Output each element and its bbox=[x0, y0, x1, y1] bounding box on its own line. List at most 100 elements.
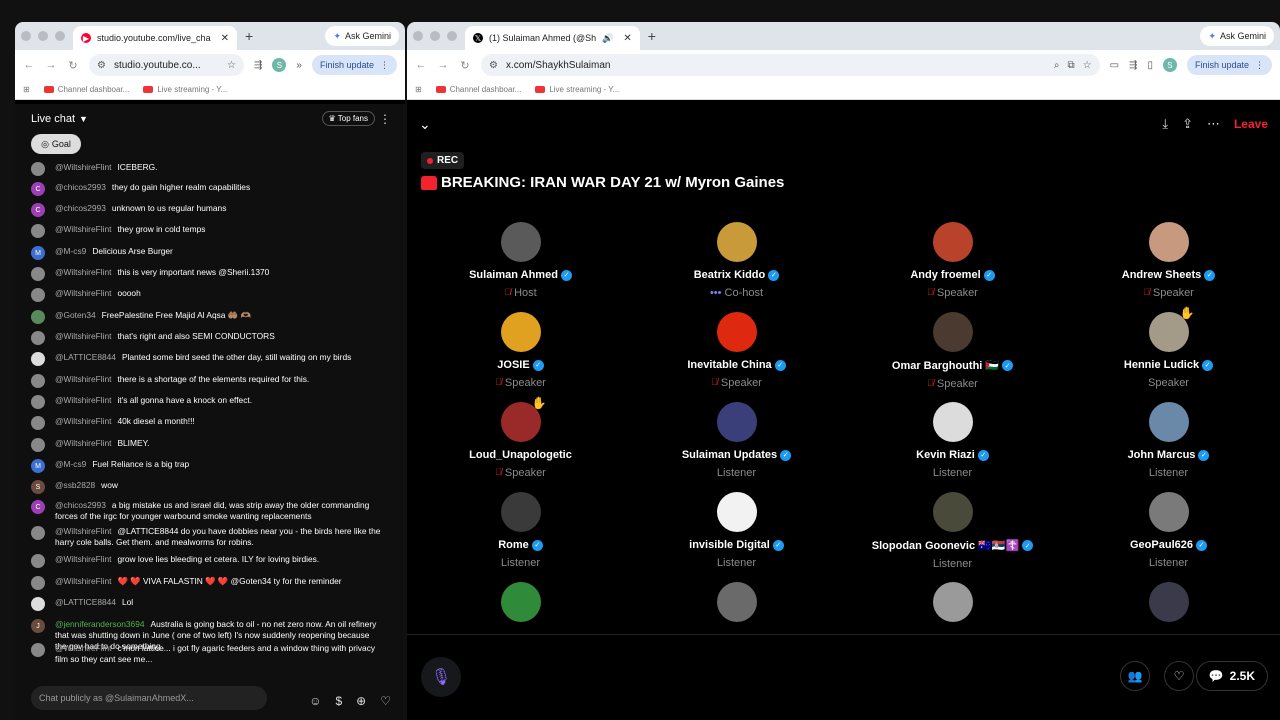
chat-input[interactable]: Chat publicly as @SulaimanAhmedX... bbox=[31, 686, 267, 710]
profile-avatar[interactable]: S bbox=[1162, 58, 1177, 72]
participant-avatar[interactable] bbox=[500, 582, 541, 622]
participant-avatar[interactable] bbox=[932, 312, 973, 352]
author-name[interactable]: @Goten34 bbox=[55, 310, 96, 320]
chat-message[interactable]: @WiltshireFlint 40k diesel a month!!! bbox=[31, 416, 383, 430]
author-name[interactable]: @WiltshireFlint bbox=[55, 267, 111, 277]
chat-message[interactable]: @LATTICE8844 Lol bbox=[31, 597, 383, 611]
author-name[interactable]: @WiltshireFlint bbox=[55, 438, 111, 448]
back-icon[interactable]: ← bbox=[415, 59, 427, 71]
participant[interactable]: Rome ✓ Listener bbox=[413, 492, 628, 569]
chat-message[interactable]: @WiltshireFlint c'mon lattice... i got fl… bbox=[31, 643, 383, 665]
bookmark-star-icon[interactable]: ☆ bbox=[227, 60, 236, 71]
author-avatar[interactable] bbox=[31, 554, 45, 568]
chat-message[interactable]: C @chicos2993 they do gain higher realm ca… bbox=[31, 182, 383, 196]
author-avatar[interactable] bbox=[31, 395, 45, 409]
participant[interactable]: Beatrix Kiddo ✓ ••• Co-host bbox=[629, 222, 844, 299]
chat-message[interactable]: @WiltshireFlint ICEBERG. bbox=[31, 162, 383, 176]
author-name[interactable]: @WiltshireFlint bbox=[55, 416, 111, 426]
participant-avatar[interactable] bbox=[716, 222, 757, 262]
bookmark-channel-dashboard[interactable]: Channel dashboar... bbox=[43, 85, 129, 94]
ask-gemini-button[interactable]: ✦ Ask Gemini bbox=[1200, 26, 1274, 46]
participant[interactable]: Andy froemel ✓ 🎙̸ Speaker bbox=[845, 222, 1060, 299]
chat-message[interactable]: @WiltshireFlint that's right and also SEM… bbox=[31, 331, 383, 345]
goal-chip[interactable]: ◎ Goal bbox=[31, 134, 81, 154]
author-name[interactable]: @chicos2993 bbox=[55, 182, 106, 192]
close-tab-icon[interactable]: ✕ bbox=[221, 33, 229, 44]
author-name[interactable]: @WiltshireFlint bbox=[55, 224, 111, 234]
author-avatar[interactable] bbox=[31, 438, 45, 452]
chat-message[interactable]: @WiltshireFlint this is very important ne… bbox=[31, 267, 383, 281]
author-avatar[interactable] bbox=[31, 162, 45, 176]
author-avatar[interactable] bbox=[31, 310, 45, 324]
maximize-window-button[interactable] bbox=[55, 31, 65, 41]
participant-avatar[interactable] bbox=[716, 492, 757, 532]
author-name[interactable]: @chicos2993 bbox=[55, 500, 106, 510]
participant[interactable] bbox=[629, 582, 844, 622]
participant-avatar[interactable] bbox=[500, 312, 541, 352]
ask-gemini-button[interactable]: ✦ Ask Gemini bbox=[325, 26, 399, 46]
participant[interactable]: invisible Digital ✓ Listener bbox=[629, 492, 844, 569]
author-avatar[interactable]: J bbox=[31, 619, 45, 633]
address-bar[interactable]: ⚙ x.com/ShaykhSulaiman ⌕ ⧉ ☆ bbox=[481, 54, 1100, 76]
participant[interactable]: GeoPaul626 ✓ Listener bbox=[1061, 492, 1276, 569]
author-avatar[interactable] bbox=[31, 224, 45, 238]
finish-update-button[interactable]: Finish update ⋮ bbox=[1186, 55, 1272, 75]
tab-x-profile[interactable]: 𝕏 (1) Sulaiman Ahmed (@Sh 🔊 ✕ bbox=[465, 26, 640, 50]
author-avatar[interactable] bbox=[31, 331, 45, 345]
close-window-button[interactable] bbox=[413, 31, 423, 41]
participant-avatar[interactable] bbox=[932, 582, 973, 622]
participant[interactable]: Sulaiman Ahmed ✓ 🎙̸ Host bbox=[413, 222, 628, 299]
close-window-button[interactable] bbox=[21, 31, 31, 41]
address-bar[interactable]: ⚙ studio.youtube.co... ☆ bbox=[89, 54, 244, 76]
participant-avatar[interactable]: ✋ bbox=[500, 396, 547, 442]
participant-avatar[interactable] bbox=[500, 492, 541, 532]
participant[interactable]: ✋ Hennie Ludick ✓ Speaker bbox=[1061, 306, 1276, 389]
participant[interactable] bbox=[845, 582, 1060, 622]
author-avatar[interactable]: S bbox=[31, 480, 45, 494]
author-name[interactable]: @LATTICE8844 bbox=[55, 597, 116, 607]
chat-message[interactable]: @WiltshireFlint BLIMEY. bbox=[31, 438, 383, 452]
minimize-window-button[interactable] bbox=[38, 31, 48, 41]
chat-message[interactable]: @WiltshireFlint there is a shortage of th… bbox=[31, 374, 383, 388]
listener-count-button[interactable]: 💬 2.5K bbox=[1195, 661, 1268, 691]
participant[interactable]: ✋ Loud_Unapologetic 🎙̸ Speaker bbox=[413, 396, 628, 479]
chat-message[interactable]: M @M-cs9 Delicious Arse Burger bbox=[31, 246, 383, 260]
profile-avatar[interactable]: S bbox=[272, 58, 287, 72]
bookmark-channel-dashboard[interactable]: Channel dashboar... bbox=[435, 85, 521, 94]
author-name[interactable]: @WiltshireFlint bbox=[55, 554, 111, 564]
author-avatar[interactable]: C bbox=[31, 182, 45, 196]
author-avatar[interactable] bbox=[31, 416, 45, 430]
author-avatar[interactable]: M bbox=[31, 459, 45, 473]
live-chat-title[interactable]: Live chat bbox=[31, 113, 75, 125]
author-name[interactable]: @WiltshireFlint bbox=[55, 331, 111, 341]
author-avatar[interactable]: M bbox=[31, 246, 45, 260]
participant-avatar[interactable] bbox=[932, 492, 973, 532]
back-icon[interactable]: ← bbox=[23, 59, 35, 71]
minimize-window-button[interactable] bbox=[430, 31, 440, 41]
chat-message[interactable]: @WiltshireFlint @LATTICE8844 do you have … bbox=[31, 526, 383, 548]
chat-menu-icon[interactable]: ⋮ bbox=[379, 112, 391, 126]
chevron-down-icon[interactable]: ▼ bbox=[79, 114, 88, 124]
apps-grid-icon[interactable]: ⊞ bbox=[415, 85, 422, 94]
chat-message[interactable]: @WiltshireFlint they grow in cold temps bbox=[31, 224, 383, 238]
participant[interactable]: Slopodan Goonevic 🇦🇺🇷🇸☦️ ✓ Listener bbox=[845, 492, 1060, 570]
forward-icon[interactable]: → bbox=[45, 59, 57, 71]
reload-icon[interactable]: ↻ bbox=[67, 59, 79, 72]
author-name[interactable]: @chicos2993 bbox=[55, 203, 106, 213]
participant-avatar[interactable] bbox=[932, 222, 973, 262]
author-avatar[interactable]: C bbox=[31, 203, 45, 217]
site-settings-icon[interactable]: ⚙ bbox=[97, 60, 106, 71]
author-name[interactable]: @WiltshireFlint bbox=[55, 288, 111, 298]
extensions-icon[interactable]: ▭ bbox=[1110, 60, 1119, 71]
chat-message[interactable]: C @chicos2993 unknown to us regular humans bbox=[31, 203, 383, 217]
top-fans-button[interactable]: ♛ Top fans bbox=[321, 111, 375, 126]
people-button[interactable]: 👥 bbox=[1120, 661, 1150, 691]
participant-avatar[interactable] bbox=[500, 222, 541, 262]
side-panel-icon[interactable]: ▯ bbox=[1147, 60, 1153, 71]
bookmark-live-streaming[interactable]: Live streaming - Y... bbox=[143, 85, 227, 94]
participant-avatar[interactable] bbox=[932, 402, 973, 442]
bookmark-star-icon[interactable]: ☆ bbox=[1083, 60, 1092, 71]
super-chat-icon[interactable]: $ bbox=[335, 694, 342, 708]
site-settings-icon[interactable]: ⚙ bbox=[489, 60, 498, 71]
participant-avatar[interactable] bbox=[1148, 582, 1189, 622]
